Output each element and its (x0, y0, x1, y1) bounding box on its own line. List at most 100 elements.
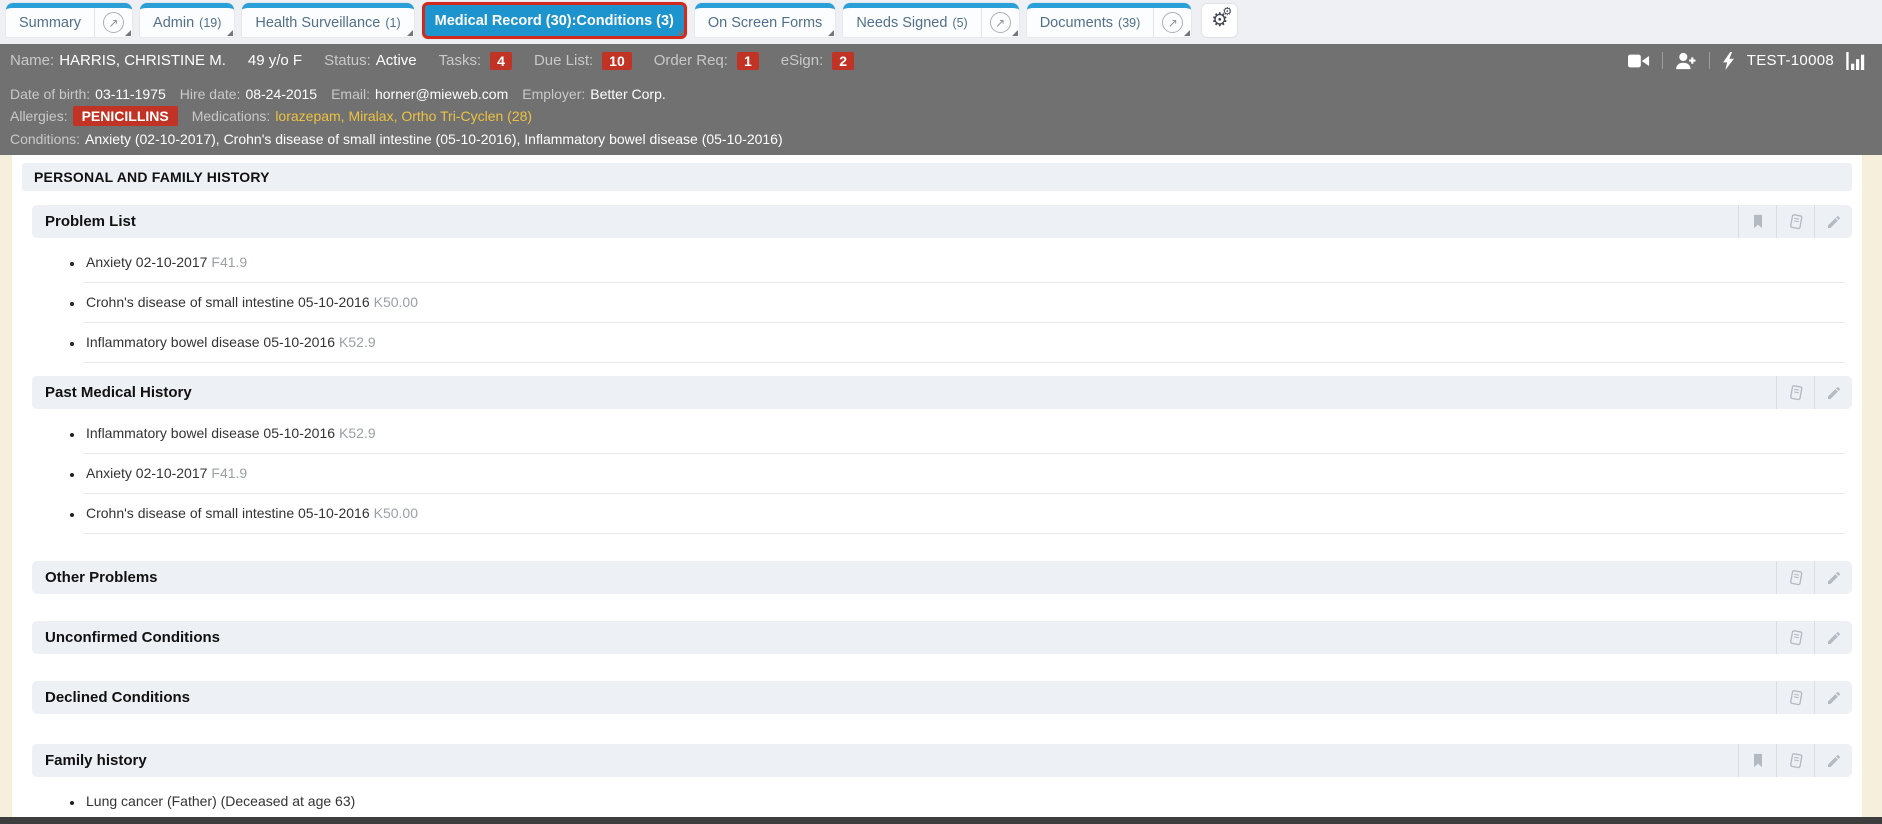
problem-list-items: Anxiety 02-10-2017F41.9 Crohn's disease … (32, 243, 1844, 363)
medications-list[interactable]: lorazepam, Miralax, Ortho Tri-Cyclen (28… (275, 108, 532, 124)
video-camera-icon[interactable] (1627, 53, 1650, 69)
book-icon[interactable] (1776, 744, 1814, 777)
section-header-past-medical-history: Past Medical History (32, 376, 1852, 409)
book-icon[interactable] (1776, 561, 1814, 594)
tab-settings-button[interactable]: ⚙ ⚙ (1201, 3, 1239, 38)
pencil-icon[interactable] (1814, 561, 1852, 594)
pencil-icon[interactable] (1814, 376, 1852, 409)
icd-code: K50.00 (373, 294, 418, 310)
add-user-icon[interactable] (1675, 52, 1697, 70)
bar-chart-icon[interactable] (1846, 51, 1866, 70)
list-item: Anxiety 02-10-2017F41.9 (84, 454, 1844, 494)
book-icon[interactable] (1776, 621, 1814, 654)
status-label: Status: (324, 52, 371, 69)
due-list-label: Due List: (533, 52, 594, 69)
tab-health-surveillance-label: Health Surveillance (255, 14, 381, 31)
list-item: Inflammatory bowel disease 05-10-2016K52… (84, 323, 1844, 363)
book-icon[interactable] (1776, 681, 1814, 714)
pencil-icon[interactable] (1814, 681, 1852, 714)
pencil-icon[interactable] (1814, 205, 1852, 238)
section-header-other-problems: Other Problems (32, 561, 1852, 594)
patient-id: TEST-10008 (1746, 52, 1834, 69)
section-header-declined-conditions: Declined Conditions (32, 681, 1852, 714)
tab-bar: Summary ↗ Admin (19) Health Surveillance… (0, 0, 1882, 44)
tab-needs-signed[interactable]: Needs Signed (5) ↗ (843, 3, 1019, 37)
bookmark-icon[interactable] (1738, 205, 1776, 238)
tab-health-surveillance[interactable]: Health Surveillance (1) (242, 3, 414, 37)
name-label: Name: (10, 52, 55, 69)
icd-code: F41.9 (211, 465, 248, 481)
icd-code: K52.9 (339, 334, 376, 350)
section-actions (1776, 621, 1852, 654)
patient-header: Name: HARRIS, CHRISTINE M. 49 y/o F Stat… (0, 44, 1882, 155)
icd-code: F41.9 (211, 254, 248, 270)
patient-header-row-4: Conditions: Anxiety (02-10-2017), Crohn'… (10, 127, 1866, 150)
patient-dob: 03-11-1975 (95, 86, 166, 102)
separator (1708, 52, 1710, 69)
tab-documents[interactable]: Documents (39) ↗ (1026, 3, 1192, 37)
pencil-icon[interactable] (1814, 744, 1852, 777)
tab-health-surveillance-count: (1) (385, 15, 401, 30)
list-item: Crohn's disease of small intestine 05-10… (84, 283, 1844, 323)
list-item: Inflammatory bowel disease 05-10-2016K52… (84, 414, 1844, 454)
order-req-label: Order Req: (653, 52, 728, 69)
tab-on-screen-forms[interactable]: On Screen Forms (694, 3, 836, 37)
content-panel: PERSONAL AND FAMILY HISTORY Problem List… (12, 155, 1862, 817)
section-title: Problem List (45, 213, 136, 230)
tasks-count-badge[interactable]: 4 (490, 51, 512, 70)
due-list-count-badge[interactable]: 10 (602, 51, 632, 70)
section-header-unconfirmed-conditions: Unconfirmed Conditions (32, 621, 1852, 654)
patient-header-row-2: Date of birth: 03-11-1975 Hire date: 08-… (10, 83, 1866, 105)
dob-label: Date of birth: (10, 86, 91, 102)
patient-name: HARRIS, CHRISTINE M. (59, 52, 226, 69)
allergy-penicillins-badge[interactable]: PENICILLINS (72, 106, 178, 126)
popout-arrow-icon: ↗ (1162, 12, 1184, 33)
popout-arrow-icon: ↗ (103, 12, 125, 33)
patient-hire-date: 08-24-2015 (245, 86, 318, 102)
tab-needs-signed-label: Needs Signed (856, 14, 948, 31)
pencil-icon[interactable] (1814, 621, 1852, 654)
tab-needs-signed-popout-button[interactable]: ↗ (980, 8, 1019, 37)
tab-on-screen-forms-label: On Screen Forms (707, 14, 823, 31)
email-label: Email: (331, 86, 370, 102)
section-actions (1776, 561, 1852, 594)
section-actions (1776, 681, 1852, 714)
patient-header-row-1: Name: HARRIS, CHRISTINE M. 49 y/o F Stat… (10, 47, 1866, 74)
conditions-label: Conditions: (10, 130, 81, 147)
tasks-label: Tasks: (438, 52, 482, 69)
tab-admin[interactable]: Admin (19) (140, 3, 235, 37)
tab-summary-popout-button[interactable]: ↗ (94, 8, 132, 37)
section-actions (1738, 744, 1852, 777)
tab-documents-count: (39) (1118, 15, 1141, 30)
allergies-label: Allergies: (10, 108, 68, 124)
conditions-list: Anxiety (02-10-2017), Crohn's disease of… (85, 130, 783, 147)
patient-email: horner@mieweb.com (374, 86, 509, 102)
patient-age-sex: 49 y/o F (247, 52, 303, 69)
book-icon[interactable] (1776, 376, 1814, 409)
tab-medical-record-conditions[interactable]: Medical Record (30):Conditions (3) (421, 2, 687, 39)
section-title: Declined Conditions (45, 689, 191, 706)
list-item: Anxiety 02-10-2017F41.9 (84, 243, 1844, 283)
list-item: Lung cancer (Father) (Deceased at age 63… (84, 782, 1844, 817)
tab-documents-popout-button[interactable]: ↗ (1153, 8, 1191, 37)
medications-label: Medications: (191, 108, 271, 124)
page-title: PERSONAL AND FAMILY HISTORY (22, 163, 1852, 191)
esign-count-badge[interactable]: 2 (832, 51, 855, 70)
section-header-problem-list: Problem List (32, 205, 1852, 238)
section-title: Unconfirmed Conditions (45, 629, 220, 646)
order-req-count-badge[interactable]: 1 (736, 51, 759, 70)
tab-documents-label: Documents (1039, 14, 1114, 31)
tab-summary-label: Summary (19, 14, 82, 31)
book-icon[interactable] (1776, 205, 1814, 238)
bottom-bar (0, 817, 1882, 824)
family-history-items: Lung cancer (Father) (Deceased at age 63… (32, 782, 1844, 817)
section-title: Past Medical History (45, 384, 192, 401)
tab-summary[interactable]: Summary ↗ (6, 3, 133, 37)
sections-container: Problem List Anxiety 02-10-2017F41.9 Cro… (32, 205, 1852, 817)
bookmark-icon[interactable] (1738, 744, 1776, 777)
patient-employer: Better Corp. (590, 86, 666, 102)
section-header-family-history: Family history (32, 744, 1852, 777)
lightning-bolt-icon[interactable] (1722, 51, 1735, 70)
patient-status: Active (375, 52, 417, 69)
tab-medical-record-label: Medical Record (30):Conditions (3) (434, 12, 674, 29)
